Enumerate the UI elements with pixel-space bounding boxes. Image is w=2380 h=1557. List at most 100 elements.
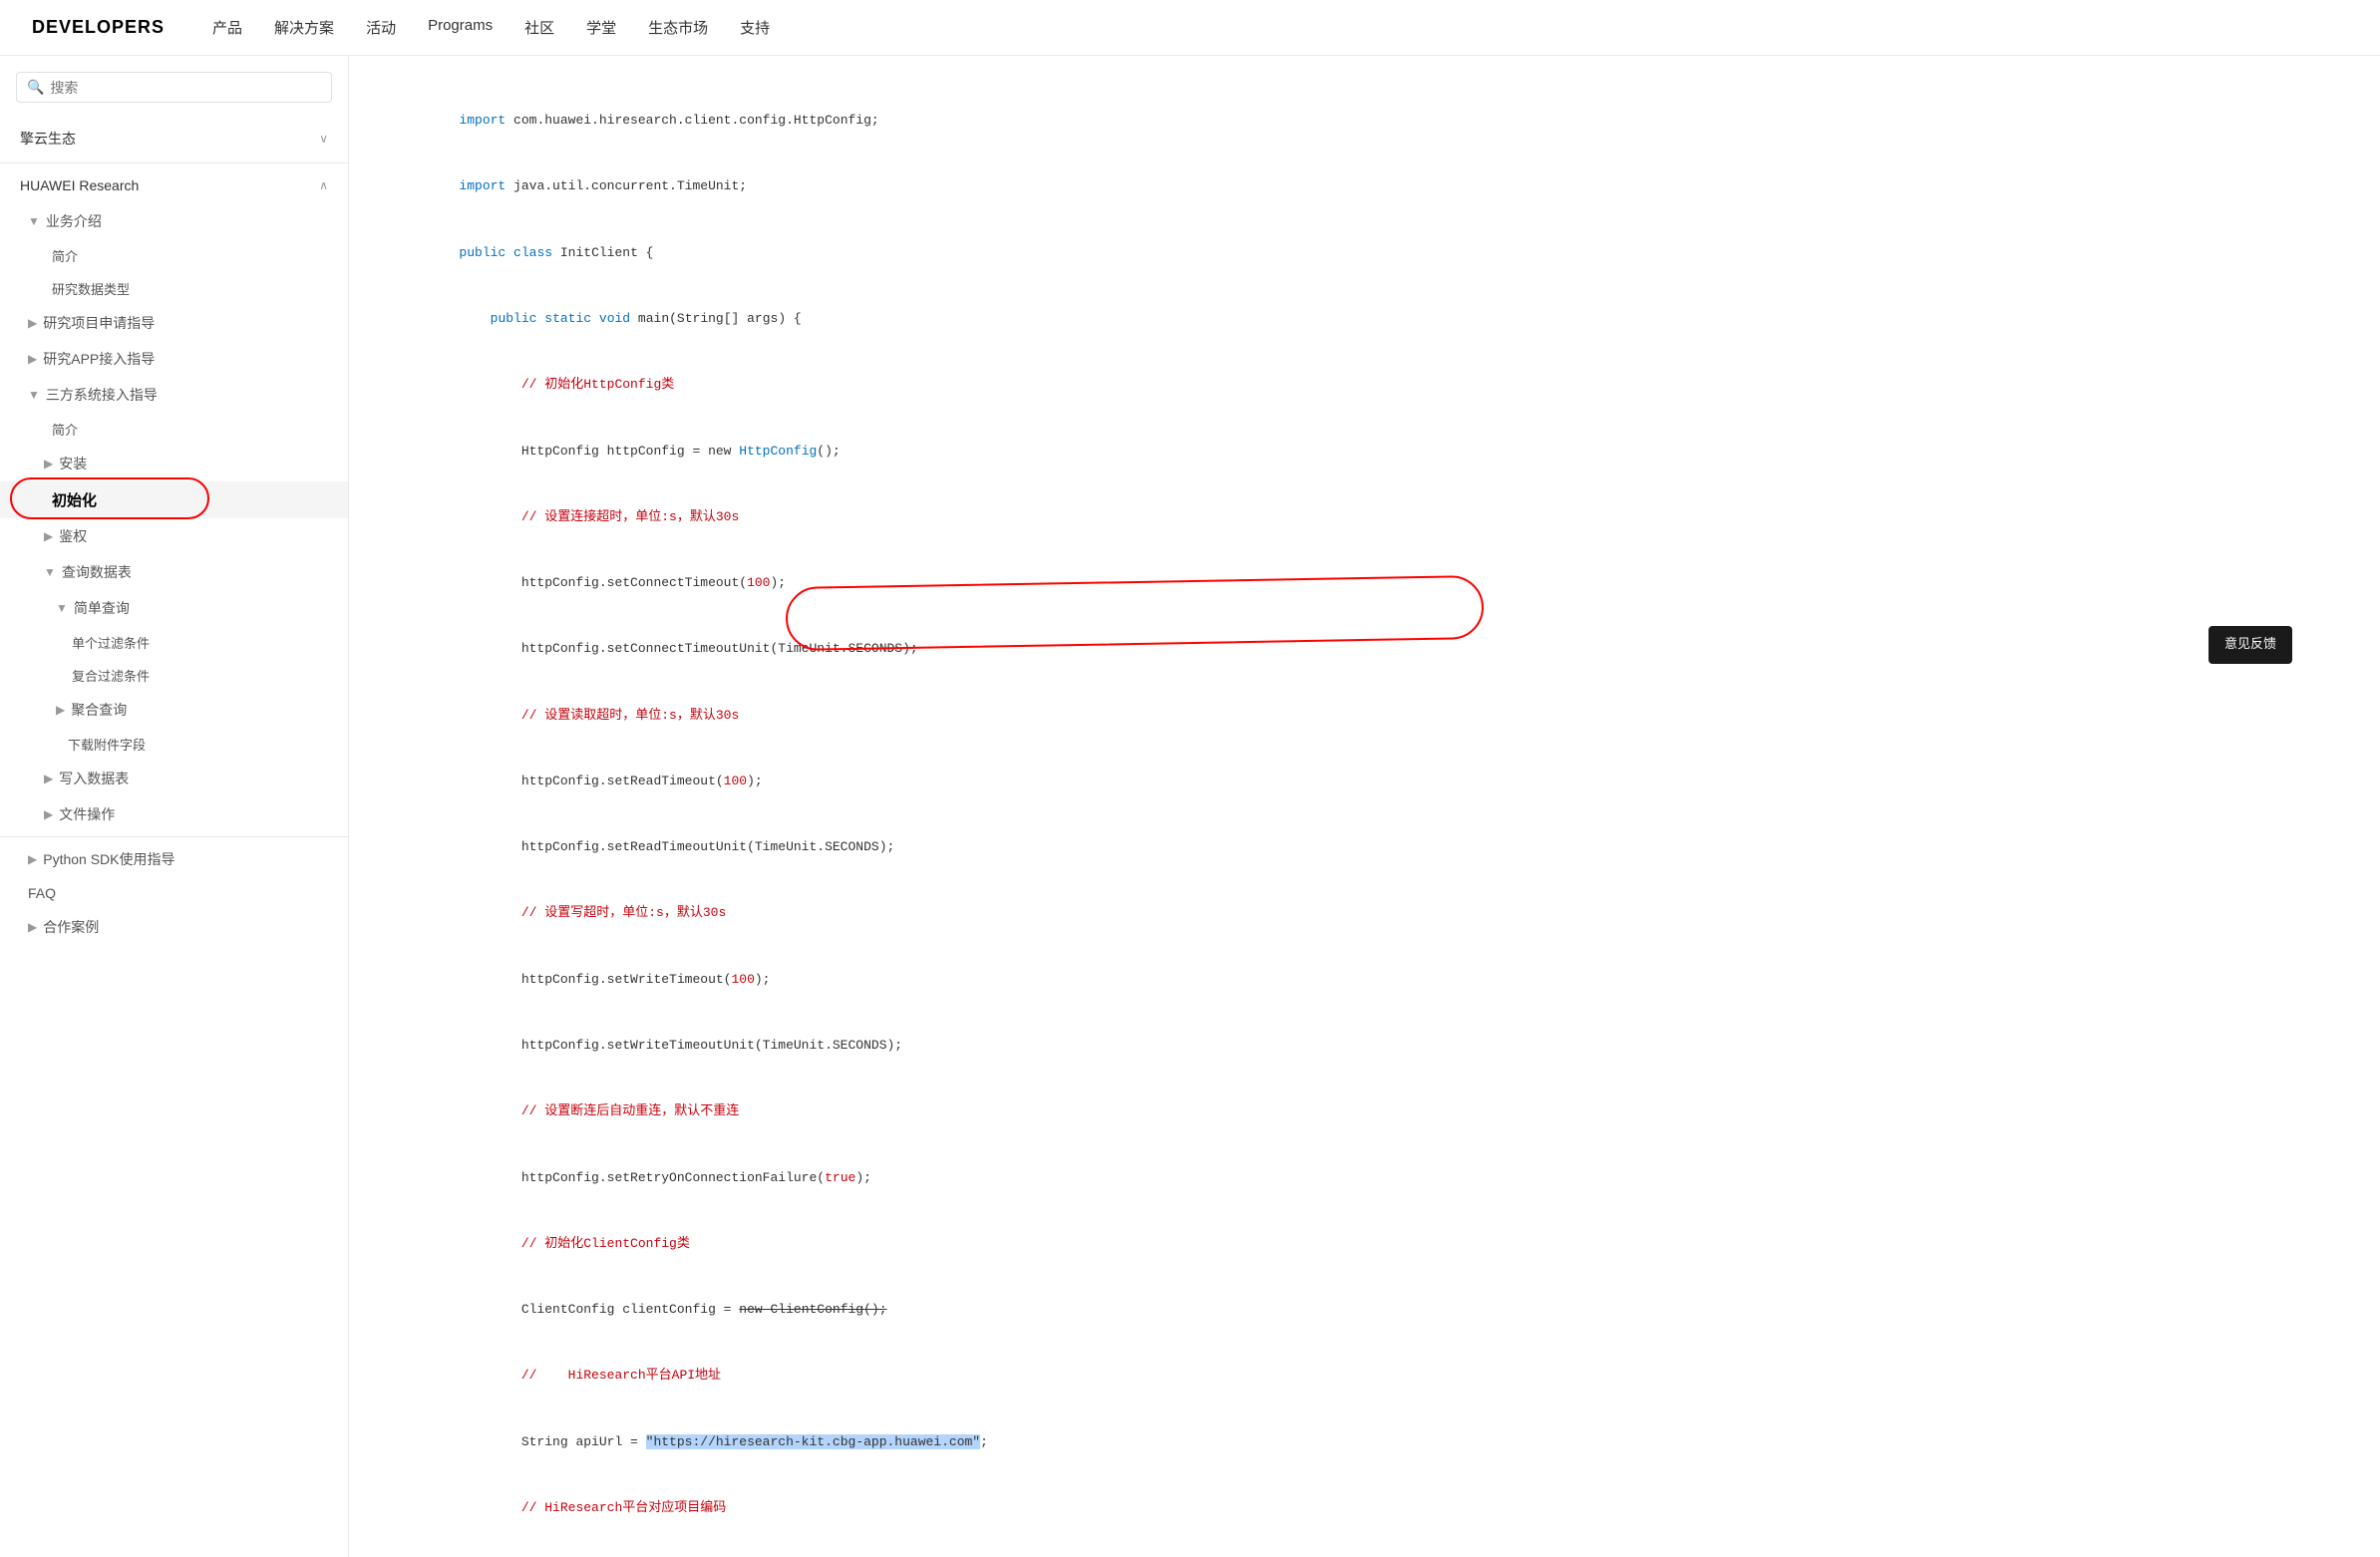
comment-7: // HiResearch平台API地址 [459,1368,721,1383]
kw-100-1: 100 [747,575,770,590]
hr-arrow: ∧ [319,178,328,192]
feedback-button[interactable]: 意见反馈 [2209,626,2292,664]
code-line-16: // 设置断连后自动重连，默认不重连 [397,1079,2332,1144]
kw-static: static [544,311,591,326]
sidebar-divider-2 [0,836,348,837]
code-line-9: httpConfig.setConnectTimeoutUnit(TimeUni… [397,616,2332,682]
nav-community[interactable]: 社区 [524,20,554,37]
code-line-1: import com.huawei.hiresearch.client.conf… [397,88,2332,154]
topnav: DEVELOPERS 产品 解决方案 活动 Programs 社区 学堂 生态市… [0,0,2380,56]
sidebar-group-hr-label: HUAWEI Research [20,177,139,193]
sidebar-search-box[interactable]: 🔍 [16,72,332,103]
kw-strikethrough: new ClientConfig(); [739,1302,886,1317]
sidebar: 🔍 擎云生态 ∨ HUAWEI Research ∧ ▼ 业务介绍 简介 研究数… [0,56,349,1557]
sidebar-item-agg-query[interactable]: ▶ 聚合查询 [0,692,348,728]
comment-4: // 设置写超时，单位:s，默认30s [459,905,726,920]
nav-academy[interactable]: 学堂 [586,20,616,37]
sidebar-item-third-party-label: 三方系统接入指导 [46,385,158,405]
brand-logo[interactable]: DEVELOPERS [32,17,165,38]
expand-icon-2: ▶ [28,316,37,330]
code-line-10: // 设置读取超时，单位:s，默认30s [397,683,2332,749]
qingyun-arrow: ∨ [319,132,328,146]
code-line-3: public class InitClient { [397,220,2332,286]
sidebar-item-init[interactable]: 初始化 [0,481,348,518]
sidebar-item-write-table-label: 写入数据表 [59,769,129,788]
sidebar-item-faq-label: FAQ [28,885,56,901]
code-line-14: httpConfig.setWriteTimeout(100); [397,947,2332,1013]
code-block: import com.huawei.hiresearch.client.conf… [397,88,2332,1557]
kw-100-3: 100 [731,972,754,987]
code-line-20: // HiResearch平台API地址 [397,1343,2332,1408]
sidebar-item-init-label: 初始化 [52,489,97,510]
sidebar-item-compound-filter[interactable]: 复合过滤条件 [0,659,348,692]
sidebar-item-app-guide-label: 研究APP接入指导 [43,349,155,369]
sidebar-item-file-ops[interactable]: ▶ 文件操作 [0,796,348,832]
comment-2: // 设置连接超时，单位:s，默认30s [459,509,739,524]
sidebar-item-app-guide[interactable]: ▶ 研究APP接入指导 [0,341,348,377]
sidebar-item-auth[interactable]: ▶ 鉴权 [0,518,348,554]
nav-ecosystem[interactable]: 生态市场 [648,20,708,37]
expand-icon-9: ▶ [56,703,65,717]
sidebar-item-jianjie1[interactable]: 简介 [0,239,348,272]
sidebar-item-jianjie2[interactable]: 简介 [0,413,348,446]
code-line-22: // HiResearch平台对应项目编码 [397,1475,2332,1541]
code-line-23: String projectCode = "<yourProjectCode>"… [397,1541,2332,1557]
code-line-4: public static void main(String[] args) { [397,286,2332,352]
nav-programs[interactable]: Programs [428,17,493,34]
sidebar-group-qingyun[interactable]: 擎云生态 ∨ [0,119,348,158]
code-line-12: httpConfig.setReadTimeoutUnit(TimeUnit.S… [397,814,2332,880]
search-icon: 🔍 [27,79,44,96]
code-line-21: String apiUrl = "https://hiresearch-kit.… [397,1409,2332,1475]
kw-class-1: class [513,245,552,260]
expand-icon-6: ▶ [44,529,53,543]
sidebar-item-project-guide[interactable]: ▶ 研究项目申请指导 [0,305,348,341]
sidebar-item-project-guide-label: 研究项目申请指导 [43,313,155,333]
kw-import-2: import [459,178,506,193]
sidebar-item-single-filter[interactable]: 单个过滤条件 [0,626,348,659]
expand-icon-4: ▼ [28,388,40,402]
sidebar-item-install[interactable]: ▶ 安装 [0,446,348,481]
comment-8: // HiResearch平台对应项目编码 [459,1500,726,1515]
comment-1: // 初始化HttpConfig类 [459,377,674,392]
code-line-13: // 设置写超时，单位:s，默认30s [397,880,2332,946]
sidebar-divider-1 [0,162,348,163]
sidebar-item-business-intro[interactable]: ▼ 业务介绍 [0,203,348,239]
kw-import-1: import [459,113,506,128]
expand-icon: ▼ [28,214,40,228]
sidebar-item-simple-query[interactable]: ▼ 简单查询 [0,590,348,626]
kw-public-1: public [459,245,506,260]
sidebar-item-cases[interactable]: ▶ 合作案例 [0,909,348,945]
sidebar-item-auth-label: 鉴权 [59,526,87,546]
sidebar-item-python-sdk[interactable]: ▶ Python SDK使用指导 [0,841,348,877]
sidebar-item-faq[interactable]: FAQ [0,877,348,909]
nav-product[interactable]: 产品 [212,20,242,37]
main-layout: 🔍 擎云生态 ∨ HUAWEI Research ∧ ▼ 业务介绍 简介 研究数… [0,56,2380,1557]
code-line-11: httpConfig.setReadTimeout(100); [397,749,2332,814]
comment-3: // 设置读取超时，单位:s，默认30s [459,708,739,723]
sidebar-item-third-party[interactable]: ▼ 三方系统接入指导 [0,377,348,413]
expand-icon-3: ▶ [28,352,37,366]
sidebar-item-simple-query-label: 简单查询 [74,598,130,618]
code-line-19: ClientConfig clientConfig = new ClientCo… [397,1277,2332,1343]
init-annotation-circle [10,477,209,519]
code-line-18: // 初始化ClientConfig类 [397,1211,2332,1277]
kw-httpcfg: HttpConfig [739,444,817,459]
nav-support[interactable]: 支持 [740,20,770,37]
expand-icon-10: ▶ [44,772,53,785]
nav-activities[interactable]: 活动 [366,20,396,37]
nav-links: 产品 解决方案 活动 Programs 社区 学堂 生态市场 支持 [212,17,770,38]
sidebar-item-download-field[interactable]: 下载附件字段 [0,728,348,761]
code-line-15: httpConfig.setWriteTimeoutUnit(TimeUnit.… [397,1013,2332,1079]
kw-void: void [599,311,630,326]
sidebar-item-datatype[interactable]: 研究数据类型 [0,272,348,305]
sidebar-item-write-table[interactable]: ▶ 写入数据表 [0,761,348,796]
nav-solutions[interactable]: 解决方案 [274,20,334,37]
sidebar-item-query-table[interactable]: ▼ 查询数据表 [0,554,348,590]
sidebar-item-query-table-label: 查询数据表 [62,562,132,582]
expand-icon-7: ▼ [44,565,56,579]
kw-100-2: 100 [724,774,747,788]
search-input[interactable] [50,80,321,96]
comment-6: // 初始化ClientConfig类 [459,1236,689,1251]
expand-icon-13: ▶ [28,920,37,934]
sidebar-group-huawei-research[interactable]: HUAWEI Research ∧ [0,167,348,203]
